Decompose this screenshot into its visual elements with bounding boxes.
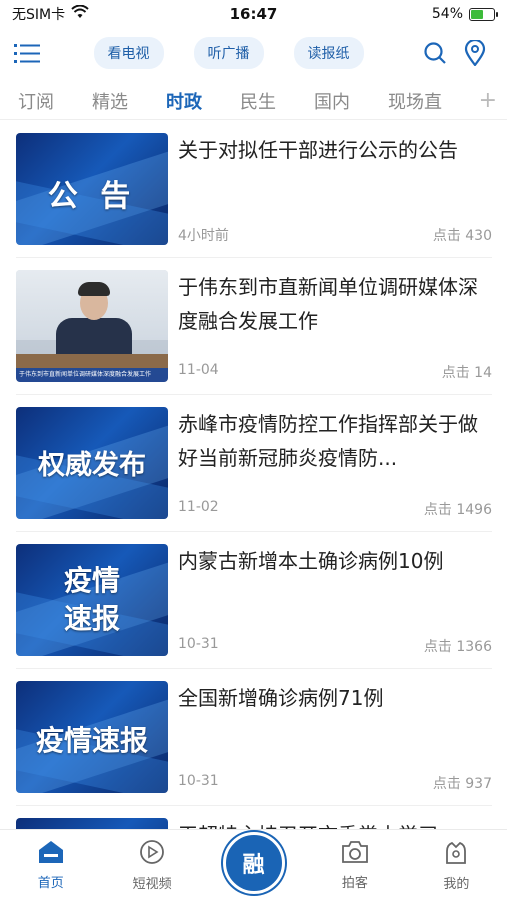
news-info: 10-31 点击 937 xyxy=(178,773,492,793)
news-thumbnail: 疫情速报 xyxy=(16,681,168,793)
news-item[interactable]: 公 告 关于对拟任干部进行公示的公告 4小时前 点击 430 xyxy=(16,133,492,247)
news-thumbnail xyxy=(16,818,168,829)
home-icon xyxy=(38,840,64,868)
tab-live[interactable]: 现场直 xyxy=(388,88,442,114)
nav-short-video[interactable]: 短视频 xyxy=(101,830,202,900)
news-item[interactable]: 王超特主持召开市委常由学习 xyxy=(16,818,492,829)
news-meta: 内蒙古新增本土确诊病例10例 10-31 点击 1366 xyxy=(178,544,492,658)
tab-featured[interactable]: 精选 xyxy=(92,88,128,114)
top-toolbar: 看电视 听广播 读报纸 xyxy=(0,30,507,76)
status-left: 无SIM卡 xyxy=(12,4,432,24)
news-thumbnail: 公 告 xyxy=(16,133,168,245)
center-logo-label: 融 xyxy=(242,853,265,878)
battery-icon xyxy=(469,7,498,21)
thumbnail-desk xyxy=(16,354,168,368)
thumbnail-caption: 于伟东到市直新闻单位调研媒体深度融合发展工作 xyxy=(16,368,168,382)
carrier-label: 无SIM卡 xyxy=(12,7,66,23)
tab-livelihood[interactable]: 民生 xyxy=(240,88,276,114)
wifi-icon xyxy=(71,4,89,23)
category-tabs: 订阅 精选 时政 民生 国内 现场直 + xyxy=(0,82,507,120)
news-meta: 全国新增确诊病例71例 10-31 点击 937 xyxy=(178,681,492,795)
news-time: 10-31 xyxy=(178,636,219,652)
play-icon xyxy=(139,839,165,869)
news-item[interactable]: 疫情速报 全国新增确诊病例71例 10-31 点击 937 xyxy=(16,681,492,795)
news-meta: 关于对拟任干部进行公示的公告 4小时前 点击 430 xyxy=(178,133,492,247)
nav-home[interactable]: 首页 xyxy=(0,830,101,900)
thumbnail-text: 疫情速报 xyxy=(35,724,148,757)
tab-domestic[interactable]: 国内 xyxy=(314,88,350,114)
read-newspaper-button[interactable]: 读报纸 xyxy=(293,37,364,69)
menu-icon[interactable] xyxy=(12,38,42,68)
media-pills: 看电视 听广播 读报纸 xyxy=(42,37,415,69)
news-meta: 王超特主持召开市委常由学习 xyxy=(178,818,492,829)
divider xyxy=(16,805,492,806)
bottom-nav: 首页 短视频 融 拍客 我的 xyxy=(0,829,507,900)
news-thumbnail: 权威发布 xyxy=(16,407,168,519)
news-info: 11-04 点击 14 xyxy=(178,362,492,382)
news-clicks: 点击 430 xyxy=(432,228,492,244)
news-title: 于伟东到市直新闻单位调研媒体深度融合发展工作 xyxy=(178,275,478,333)
divider xyxy=(16,531,492,532)
nav-short-video-label: 短视频 xyxy=(132,876,172,892)
tab-politics[interactable]: 时政 xyxy=(166,88,202,114)
nav-profile-label: 我的 xyxy=(443,876,470,892)
news-clicks: 点击 14 xyxy=(441,365,492,381)
status-right: 54% xyxy=(431,6,498,22)
news-time: 11-04 xyxy=(178,362,219,378)
news-info: 10-31 点击 1366 xyxy=(178,636,492,656)
news-title: 王超特主持召开市委常由学习 xyxy=(178,818,492,829)
add-tab-icon[interactable]: + xyxy=(457,82,507,119)
nav-reporter-label: 拍客 xyxy=(341,875,368,891)
nav-center[interactable]: 融 xyxy=(203,830,304,900)
thumbnail-person-hair xyxy=(78,282,110,296)
divider xyxy=(16,668,492,669)
news-title: 赤峰市疫情防控工作指挥部关于做好当前新冠肺炎疫情防... xyxy=(178,412,478,470)
news-time: 11-02 xyxy=(178,499,219,515)
nav-reporter[interactable]: 拍客 xyxy=(304,830,405,900)
status-bar: 无SIM卡 16:47 54% xyxy=(0,0,507,28)
news-item[interactable]: 疫情 速报 内蒙古新增本土确诊病例10例 10-31 点击 1366 xyxy=(16,544,492,658)
news-info: 4小时前 点击 430 xyxy=(178,225,492,245)
news-info: 11-02 点击 1496 xyxy=(178,499,492,519)
news-thumbnail: 于伟东到市直新闻单位调研媒体深度融合发展工作 xyxy=(16,270,168,382)
thumbnail-text: 疫情 速报 xyxy=(63,564,120,635)
thumbnail-text: 权威发布 xyxy=(38,450,146,481)
thumbnail-text: 公 告 xyxy=(47,179,137,214)
add-tab-label: + xyxy=(478,88,497,113)
news-time: 4小时前 xyxy=(178,228,229,244)
battery-percent: 54% xyxy=(431,6,463,22)
battery-fill xyxy=(471,9,483,19)
news-item[interactable]: 于伟东到市直新闻单位调研媒体深度融合发展工作 于伟东到市直新闻单位调研媒体深度融… xyxy=(16,270,492,384)
camera-icon xyxy=(341,840,369,868)
news-item[interactable]: 权威发布 赤峰市疫情防控工作指挥部关于做好当前新冠肺炎疫情防... 11-02 … xyxy=(16,407,492,521)
listen-radio-button[interactable]: 听广播 xyxy=(193,37,264,69)
news-time: 10-31 xyxy=(178,773,219,789)
center-logo[interactable]: 融 xyxy=(222,832,285,894)
tab-subscribe[interactable]: 订阅 xyxy=(18,88,54,114)
divider xyxy=(16,394,492,395)
news-feed: 公 告 关于对拟任干部进行公示的公告 4小时前 点击 430 于伟东到市直新闻单… xyxy=(0,121,507,829)
watch-tv-button[interactable]: 看电视 xyxy=(93,37,164,69)
news-title: 关于对拟任干部进行公示的公告 xyxy=(178,138,458,162)
search-icon[interactable] xyxy=(415,36,455,70)
news-thumbnail: 疫情 速报 xyxy=(16,544,168,656)
news-meta: 于伟东到市直新闻单位调研媒体深度融合发展工作 11-04 点击 14 xyxy=(178,270,492,384)
news-meta: 赤峰市疫情防控工作指挥部关于做好当前新冠肺炎疫情防... 11-02 点击 14… xyxy=(178,407,492,521)
divider xyxy=(16,257,492,258)
nav-home-label: 首页 xyxy=(37,875,64,891)
news-clicks: 点击 1366 xyxy=(423,639,492,655)
news-clicks: 点击 1496 xyxy=(423,502,492,518)
nav-profile[interactable]: 我的 xyxy=(406,830,507,900)
news-title: 全国新增确诊病例71例 xyxy=(178,686,384,710)
profile-icon xyxy=(443,839,469,869)
location-icon[interactable] xyxy=(455,36,495,70)
news-clicks: 点击 937 xyxy=(432,776,492,792)
news-title: 内蒙古新增本土确诊病例10例 xyxy=(178,549,444,573)
